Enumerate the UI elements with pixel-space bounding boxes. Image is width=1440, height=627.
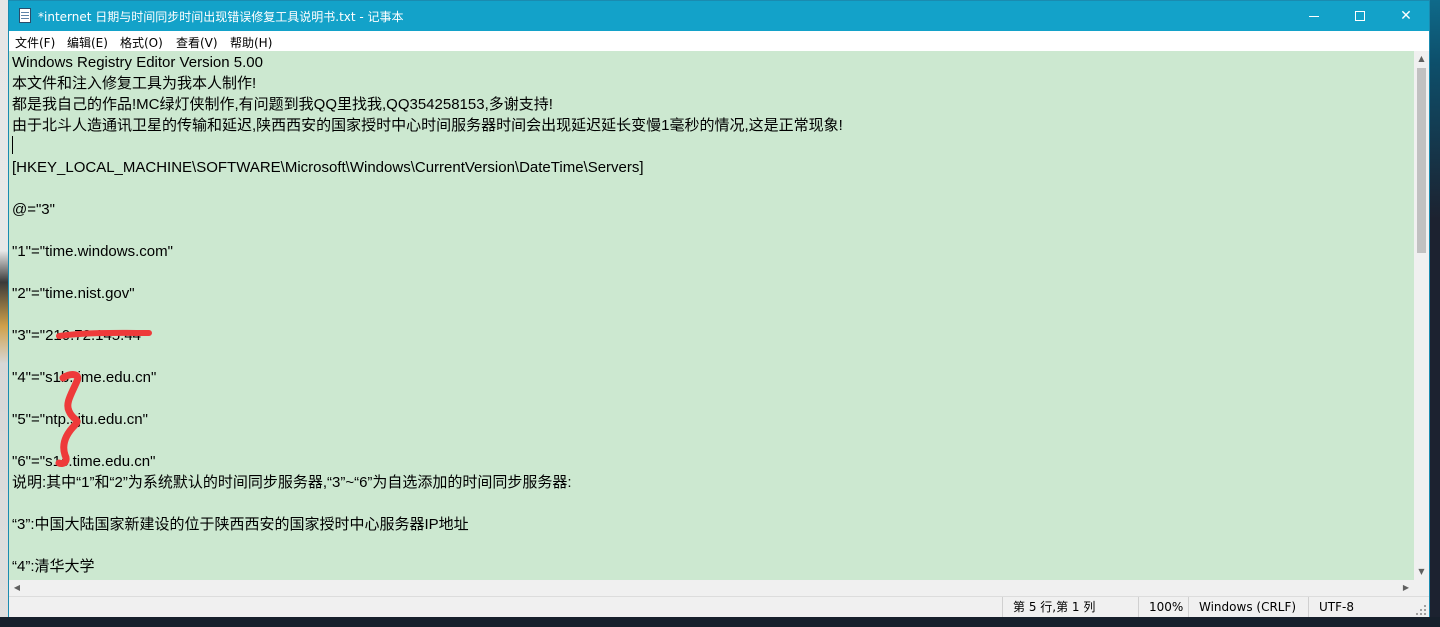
menu-view[interactable]: 查看(V)	[176, 34, 218, 51]
menu-help[interactable]: 帮助(H)	[230, 34, 272, 51]
text-editor-area[interactable]: Windows Registry Editor Version 5.00 本文件和…	[9, 51, 1414, 580]
editor-line: “3”:中国大陆国家新建设的位于陕西西安的国家授时中心服务器IP地址	[12, 516, 469, 533]
desktop-background-right	[1430, 0, 1440, 627]
status-encoding: UTF-8	[1308, 597, 1408, 617]
menu-file[interactable]: 文件(F)	[15, 34, 55, 51]
editor-line: "2"="time.nist.gov"	[12, 285, 135, 302]
editor-line: @="3"	[12, 201, 55, 218]
editor-line: "1"="time.windows.com"	[12, 243, 173, 260]
scroll-up-icon[interactable]: ▲	[1414, 51, 1429, 67]
editor-line: 本文件和注入修复工具为我本人制作!	[12, 75, 257, 92]
taskbar-edge	[0, 617, 1440, 627]
notepad-window: *internet 日期与时间同步时间出现错误修复工具说明书.txt - 记事本…	[8, 0, 1430, 617]
desktop-background-left	[0, 0, 8, 627]
window-title: *internet 日期与时间同步时间出现错误修复工具说明书.txt - 记事本	[38, 10, 404, 24]
editor-line: [HKEY_LOCAL_MACHINE\SOFTWARE\Microsoft\W…	[12, 159, 644, 176]
status-cursor-position: 第 5 行,第 1 列	[1002, 597, 1138, 617]
status-bar: 第 5 行,第 1 列 100% Windows (CRLF) UTF-8	[9, 596, 1429, 617]
menu-bar: 文件(F) 编辑(E) 格式(O) 查看(V) 帮助(H)	[9, 31, 1429, 51]
editor-line: "5"="ntp.sjtu.edu.cn"	[12, 411, 148, 428]
status-zoom: 100%	[1138, 597, 1188, 617]
scroll-down-icon[interactable]: ▼	[1414, 564, 1429, 580]
close-button[interactable]: ✕	[1383, 1, 1429, 31]
maximize-button[interactable]	[1337, 1, 1383, 31]
vertical-scroll-thumb[interactable]	[1417, 68, 1426, 253]
text-caret	[12, 136, 13, 154]
vertical-scrollbar[interactable]: ▲ ▼	[1414, 51, 1429, 580]
scroll-right-icon[interactable]: ▶	[1398, 580, 1414, 596]
menu-edit[interactable]: 编辑(E)	[67, 34, 108, 51]
title-bar[interactable]: *internet 日期与时间同步时间出现错误修复工具说明书.txt - 记事本…	[9, 1, 1429, 31]
status-line-ending: Windows (CRLF)	[1188, 597, 1308, 617]
editor-line: “4”:清华大学	[12, 558, 95, 575]
editor-line: "6"="s1c.time.edu.cn"	[12, 453, 156, 470]
close-icon: ✕	[1400, 8, 1412, 24]
editor-line: Windows Registry Editor Version 5.00	[12, 54, 263, 71]
editor-line: 由于北斗人造通讯卫星的传输和延迟,陕西西安的国家授时中心时间服务器时间会出现延迟…	[12, 117, 843, 134]
minimize-button[interactable]	[1291, 1, 1337, 31]
editor-line: "4"="s1b.time.edu.cn"	[12, 369, 157, 386]
menu-format[interactable]: 格式(O)	[120, 34, 163, 51]
editor-line: "3"="210.72.145.44"	[12, 327, 147, 344]
horizontal-scrollbar[interactable]: ◀ ▶	[9, 580, 1414, 596]
editor-line: 说明:其中“1”和“2”为系统默认的时间同步服务器,“3”~“6”为自选添加的时…	[12, 474, 572, 491]
resize-grip-icon[interactable]	[1416, 605, 1426, 615]
scrollbar-corner	[1414, 580, 1429, 596]
scroll-left-icon[interactable]: ◀	[9, 580, 25, 596]
editor-line: 都是我自己的作品!MC绿灯侠制作,有问题到我QQ里找我,QQ354258153,…	[12, 96, 553, 113]
notepad-app-icon[interactable]	[19, 8, 31, 23]
